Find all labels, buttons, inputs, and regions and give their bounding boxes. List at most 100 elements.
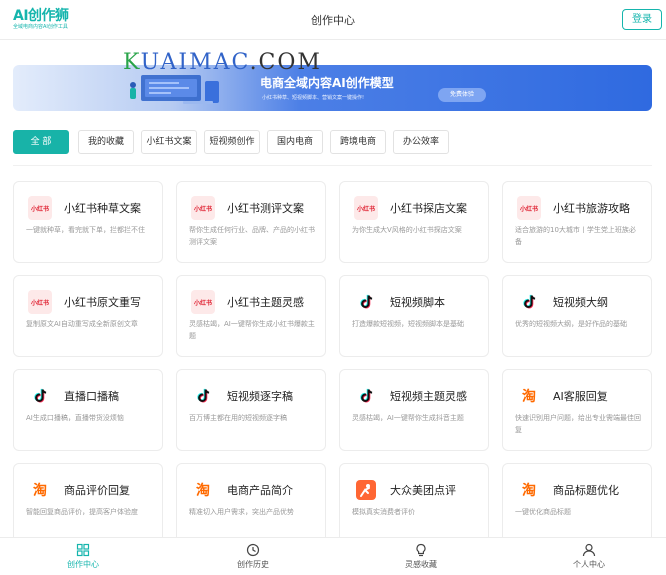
watermark-rest: .COM	[249, 50, 322, 75]
nav-creation-center[interactable]: 创作中心	[0, 538, 166, 575]
logo-text: AI创作狮	[13, 8, 69, 24]
tool-card[interactable]: 短视频主题灵感灵感枯竭，AI一键帮你生成抖音主题	[339, 369, 489, 451]
banner-title: 电商全域内容AI创作模型	[260, 76, 394, 90]
xiaohongshu-icon: 小红书	[191, 196, 215, 220]
card-description: 精准切入用户需求，突出产品优势	[189, 508, 294, 516]
card-title: AI客服回复	[553, 390, 608, 403]
tool-card[interactable]: 小红书 小红书测评文案帮你生成任何行业、品牌、产品的小红书测评文案	[176, 181, 326, 263]
card-title: 小红书测评文案	[227, 202, 304, 215]
grid-icon	[76, 543, 90, 557]
icon-text: 小红书	[356, 205, 375, 213]
tool-card[interactable]: 短视频逐字稿百万博主都在用的短视频逐字稿	[176, 369, 326, 451]
clock-icon	[246, 543, 260, 557]
xiaohongshu-icon: 小红书	[191, 290, 215, 314]
card-description: 百万博主都在用的短视频逐字稿	[189, 414, 287, 422]
tab-short-video[interactable]: 短视频创作	[204, 130, 260, 154]
ai-illustration-icon	[130, 75, 219, 104]
card-title: 小红书种草文案	[64, 202, 141, 215]
douyin-glyph	[360, 388, 373, 403]
taobao-icon: 淘	[28, 478, 52, 502]
douyin-icon	[517, 290, 541, 314]
login-button[interactable]: 登录	[622, 9, 662, 30]
tool-card[interactable]: 短视频脚本 打造爆款短视频，短视频脚本是基础	[339, 275, 489, 357]
card-description: 灵感枯竭，AI一键帮你生成小红书爆款主题	[189, 320, 315, 340]
page: AI创作狮 全域电商内容AI创作工具 创作中心 登录 电商全域内容AI创作模型 …	[0, 0, 666, 575]
tool-card[interactable]: 小红书 小红书主题灵感灵感枯竭，AI一键帮你生成小红书爆款主题	[176, 275, 326, 357]
douyin-glyph	[523, 294, 536, 309]
xiaohongshu-icon: 小红书	[517, 196, 541, 220]
tool-card[interactable]: 小红书 小红书原文重写复制原文AI自动重写成全新原创文章	[13, 275, 163, 357]
card-description: 为你生成大V风格的小红书探店文案	[352, 226, 462, 234]
free-trial-button[interactable]: 免费体验	[438, 88, 486, 102]
card-title: 大众美团点评	[390, 484, 456, 497]
tool-card[interactable]: 小红书 小红书探店文案 为你生成大V风格的小红书探店文案	[339, 181, 489, 263]
card-title: 小红书原文重写	[64, 296, 141, 309]
taobao-icon: 淘	[517, 384, 541, 408]
tool-card[interactable]: 大众美团点评模拟真实消费者评价	[339, 463, 489, 545]
icon-text: 淘	[522, 389, 536, 405]
card-title: 小红书主题灵感	[227, 296, 304, 309]
douyin-icon	[28, 384, 52, 408]
icon-text: 小红书	[193, 205, 212, 213]
tab-favorites[interactable]: 我的收藏	[78, 130, 134, 154]
tab-office[interactable]: 办公效率	[393, 130, 449, 154]
card-title: 短视频逐字稿	[227, 390, 293, 403]
meituan-icon	[354, 478, 378, 502]
card-title: 短视频脚本	[390, 296, 445, 309]
douyin-glyph	[34, 388, 47, 403]
icon-text: 淘	[196, 483, 210, 499]
douyin-icon	[191, 384, 215, 408]
tool-card[interactable]: 淘 AI客服回复快速识别用户问题，给出专业需端最佳回复	[502, 369, 652, 451]
xiaohongshu-icon: 小红书	[354, 196, 378, 220]
nav-label: 创作中心	[67, 560, 99, 569]
icon-text: 淘	[522, 483, 536, 499]
card-title: 直播口播稿	[64, 390, 119, 403]
tool-card[interactable]: 淘 商品评价回复智能回复商品评价，提高客户体验度	[13, 463, 163, 545]
douyin-icon	[354, 384, 378, 408]
tab-all[interactable]: 全 部	[13, 130, 69, 154]
nav-label: 创作历史	[237, 560, 269, 569]
card-title: 小红书旅游攻略	[553, 202, 630, 215]
user-icon	[582, 543, 596, 557]
tool-card[interactable]: 小红书 小红书旅游攻略适合旅游的10大城市丨学生党上班族必备	[502, 181, 652, 263]
card-title: 短视频大纲	[553, 296, 608, 309]
watermark-green: K	[123, 50, 141, 75]
tab-xiaohongshu[interactable]: 小红书文案	[141, 130, 197, 154]
card-description: 一键优化商品标题	[515, 508, 571, 516]
icon-text: 小红书	[193, 299, 212, 307]
tool-card[interactable]: 淘 商品标题优化一键优化商品标题	[502, 463, 652, 545]
xiaohongshu-icon: 小红书	[28, 196, 52, 220]
card-description: 一键就种草，看完就下单，拦都拦不住	[26, 226, 145, 234]
tab-crossborder-ecommerce[interactable]: 跨境电商	[330, 130, 386, 154]
app-logo[interactable]: AI创作狮 全域电商内容AI创作工具	[13, 8, 83, 34]
tool-card[interactable]: 直播口播稿 AI生成口播稿，直播带货没烦恼	[13, 369, 163, 451]
xiaohongshu-icon: 小红书	[28, 290, 52, 314]
icon-text: 淘	[33, 483, 47, 499]
promo-banner[interactable]: 电商全域内容AI创作模型 小红书种草、短视频脚本、营销文案一键操作! 免费体验	[13, 65, 652, 111]
card-description: 智能回复商品评价，提高客户体验度	[26, 508, 138, 516]
card-title: 短视频主题灵感	[390, 390, 467, 403]
tab-domestic-ecommerce[interactable]: 国内电商	[267, 130, 323, 154]
nav-profile[interactable]: 个人中心	[506, 538, 666, 575]
nav-label: 个人中心	[573, 560, 605, 569]
card-description: 适合旅游的10大城市丨学生党上班族必备	[515, 226, 636, 246]
tool-card[interactable]: 小红书 小红书种草文案一键就种草，看完就下单，拦都拦不住	[13, 181, 163, 263]
nav-inspiration[interactable]: 灵感收藏	[338, 538, 504, 575]
icon-text: 小红书	[30, 205, 49, 213]
card-title: 商品评价回复	[64, 484, 130, 497]
card-description: 灵感枯竭，AI一键帮你生成抖音主题	[352, 414, 464, 422]
divider	[13, 165, 652, 166]
icon-text: 小红书	[519, 205, 538, 213]
tool-card[interactable]: 淘 电商产品简介 精准切入用户需求，突出产品优势	[176, 463, 326, 545]
card-description: 模拟真实消费者评价	[352, 508, 415, 516]
banner-subtitle: 小红书种草、短视频脚本、营销文案一键操作!	[262, 95, 365, 101]
card-description: 帮你生成任何行业、品牌、产品的小红书测评文案	[189, 226, 315, 246]
card-description: 复制原文AI自动重写成全新原创文章	[26, 320, 138, 328]
taobao-icon: 淘	[517, 478, 541, 502]
nav-history[interactable]: 创作历史	[170, 538, 336, 575]
card-title: 商品标题优化	[553, 484, 619, 497]
douyin-glyph	[360, 294, 373, 309]
tool-card[interactable]: 短视频大纲 优秀的短视频大纲，是好作品的基础	[502, 275, 652, 357]
taobao-icon: 淘	[191, 478, 215, 502]
card-description: 快速识别用户问题，给出专业需端最佳回复	[515, 414, 641, 434]
